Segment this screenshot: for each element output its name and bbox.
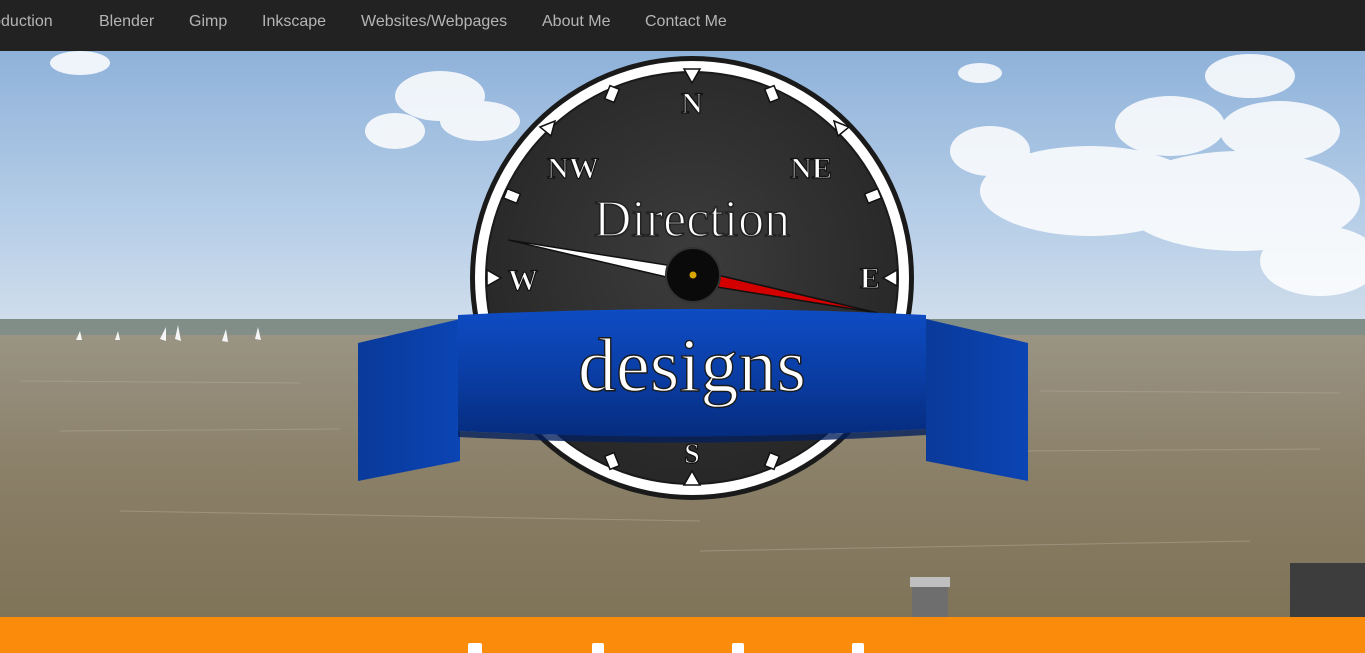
nav-link-introduction[interactable]: Introduction — [0, 0, 53, 43]
compass-label-nw: NW — [547, 152, 599, 185]
hero-banner: N S W E NW NE Direction designs — [0, 51, 1365, 617]
hero-image: N S W E NW NE Direction designs — [0, 51, 1365, 617]
ribbon-tail-left — [358, 319, 460, 481]
dock-piling — [1290, 563, 1365, 617]
band-text-fragment — [732, 643, 744, 653]
nav-link-websites[interactable]: Websites/Webpages — [361, 0, 507, 43]
logo-word-designs: designs — [578, 324, 806, 408]
nav-link-blender[interactable]: Blender — [99, 0, 154, 43]
nav-link-contact-me[interactable]: Contact Me — [645, 0, 727, 43]
nav-link-about-me[interactable]: About Me — [542, 0, 610, 43]
compass-label-s: S — [684, 439, 700, 470]
section-orange-band — [0, 617, 1365, 653]
top-navbar: Introduction Blender Gimp Inkscape Websi… — [0, 0, 1365, 51]
band-text-fragment — [852, 643, 864, 653]
compass-label-w: W — [508, 264, 538, 297]
ribbon-tail-right — [926, 319, 1028, 481]
dock-post-cap — [910, 577, 950, 587]
compass-label-ne: NE — [790, 152, 832, 185]
band-text-fragment — [468, 643, 482, 653]
logo-word-direction: Direction — [594, 191, 790, 248]
nav-link-gimp[interactable]: Gimp — [189, 0, 227, 43]
nav-link-inkscape[interactable]: Inkscape — [262, 0, 326, 43]
compass-label-e: E — [860, 262, 880, 295]
band-text-fragment — [592, 643, 604, 653]
compass-label-n: N — [681, 87, 703, 120]
